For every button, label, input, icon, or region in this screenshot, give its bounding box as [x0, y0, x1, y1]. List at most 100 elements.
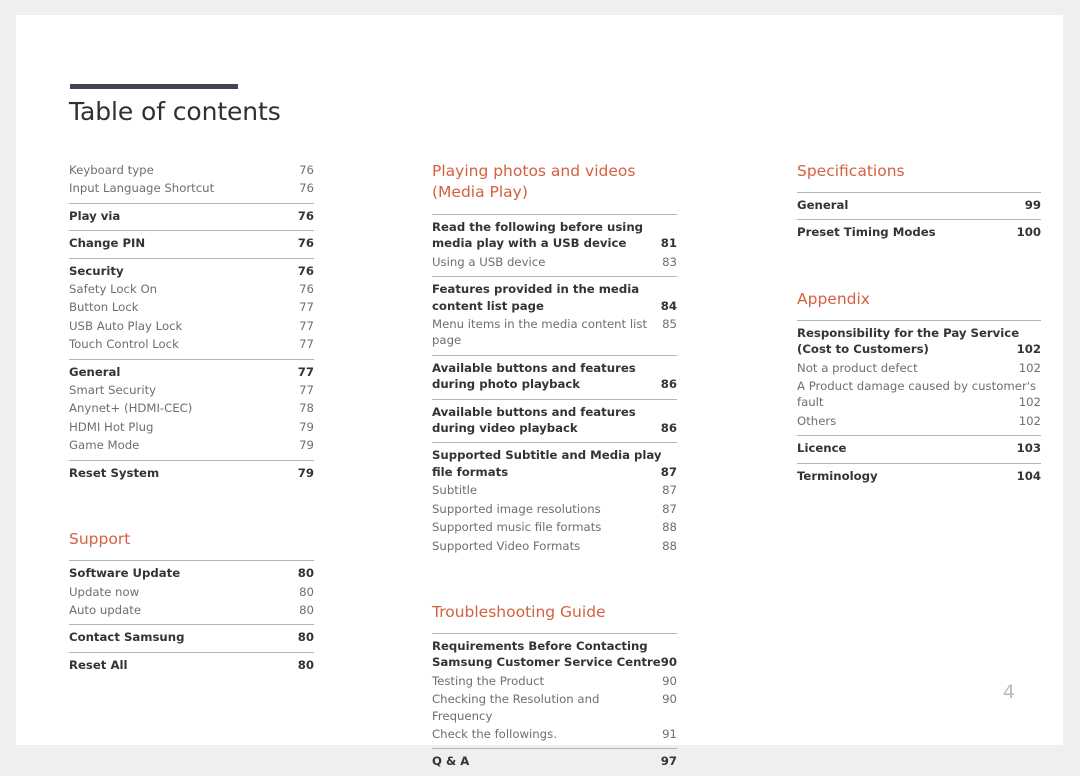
toc-entry[interactable]: Supported image resolutions 87: [432, 500, 677, 518]
toc-group: Available buttons and features during vi…: [432, 398, 677, 443]
toc-entry-label: Requirements Before Contacting Samsung C…: [432, 638, 661, 670]
toc-group: General 77 Smart Security 77 Anynet+ (HDMI-C…: [69, 358, 314, 460]
toc-group: Terminology 104: [797, 462, 1041, 490]
toc-entry-page-number: 86: [660, 421, 677, 436]
toc-group: Requirements Before Contacting Samsung C…: [432, 632, 677, 748]
toc-column-2: Playing photos and videos (Media Play) Re…: [432, 161, 677, 776]
toc-entry[interactable]: Others 102: [797, 412, 1041, 430]
toc-entry[interactable]: Checking the Resolution and Frequency 90: [432, 690, 677, 725]
toc-entry[interactable]: Change PIN 76: [69, 234, 314, 252]
toc-entry-page-number: 76: [299, 282, 314, 297]
toc-entry[interactable]: Available buttons and features during ph…: [432, 359, 677, 394]
toc-entry-label: Reset All: [69, 657, 128, 672]
toc-entry[interactable]: Q & A 97: [432, 752, 677, 770]
toc-entry-page-number: 102: [1018, 395, 1041, 410]
toc-entry[interactable]: Reset System 79: [69, 464, 314, 482]
toc-entry[interactable]: Available buttons and features during vi…: [432, 403, 677, 438]
toc-entry[interactable]: Reset All 80: [69, 656, 314, 674]
toc-group: Security 76 Safety Lock On 76 Button Lock 77 U…: [69, 257, 314, 359]
toc-entry[interactable]: Preset Timing Modes 100: [797, 223, 1041, 241]
toc-entry-label: Reset System: [69, 465, 160, 480]
toc-entry-page-number: 85: [662, 317, 677, 332]
toc-group: Reset All 80: [69, 651, 314, 679]
toc-entry[interactable]: Read the following before using media pl…: [432, 218, 677, 253]
toc-entry-label: Q & A: [432, 754, 470, 769]
toc-entry-label: Button Lock: [69, 300, 139, 315]
toc-entry-label: Supported music file formats: [432, 520, 602, 535]
toc-entry[interactable]: Menu items in the media content list pag…: [432, 315, 677, 350]
toc-group: Q & A 97: [432, 748, 677, 775]
toc-entry[interactable]: Licence 103: [797, 439, 1041, 457]
toc-entry-label: Features provided in the media content l…: [432, 282, 640, 313]
toc-entry[interactable]: Anynet+ (HDMI-CEC) 78: [69, 399, 314, 417]
toc-entry[interactable]: Supported Subtitle and Media play file f…: [432, 446, 677, 481]
toc-entry-page-number: 103: [1016, 441, 1041, 456]
toc-column-1: Keyboard type 76 Input Language Shortcut 76…: [69, 161, 314, 679]
toc-entry[interactable]: Input Language Shortcut 76: [69, 179, 314, 197]
toc-entry-page-number: 76: [297, 208, 314, 223]
toc-entry-label: Subtitle: [432, 483, 478, 498]
toc-entry[interactable]: Game Mode 79: [69, 436, 314, 454]
toc-entry-label: Licence: [797, 441, 847, 456]
toc-entry-label: Others: [797, 413, 837, 428]
section-heading: Appendix: [797, 289, 870, 308]
toc-entry[interactable]: Play via 76: [69, 207, 314, 225]
toc-entry[interactable]: Security 76: [69, 262, 314, 280]
toc-entry[interactable]: Responsibility for the Pay Service (Cost…: [797, 324, 1041, 359]
page-number: 4: [1002, 681, 1015, 703]
toc-entry[interactable]: Features provided in the media content l…: [432, 280, 677, 315]
toc-group: Supported Subtitle and Media play file f…: [432, 442, 677, 559]
toc-entry[interactable]: Smart Security 77: [69, 381, 314, 399]
toc-entry[interactable]: General 77: [69, 363, 314, 381]
section-heading: Specifications: [797, 162, 905, 180]
toc-entry-label: Testing the Product: [432, 673, 545, 688]
toc-entry-page-number: 90: [662, 673, 677, 688]
toc-entry-page-number: 102: [1018, 413, 1041, 428]
toc-entry[interactable]: Using a USB device 83: [432, 253, 677, 271]
toc-entry-page-number: 77: [299, 318, 314, 333]
toc-entry-page-number: 90: [660, 655, 677, 670]
toc-entry[interactable]: Auto update 80: [69, 601, 314, 619]
page-title: Table of contents: [69, 97, 281, 126]
toc-entry-page-number: 88: [662, 538, 677, 553]
toc-entry[interactable]: General 99: [797, 196, 1041, 214]
toc-entry[interactable]: Check the followings. 91: [432, 725, 677, 743]
toc-entry[interactable]: Touch Control Lock 77: [69, 335, 314, 353]
toc-entry-page-number: 77: [297, 364, 314, 379]
toc-entry[interactable]: Terminology 104: [797, 467, 1041, 485]
toc-entry[interactable]: Safety Lock On 76: [69, 280, 314, 298]
toc-entry[interactable]: Not a product defect 102: [797, 359, 1041, 377]
toc-entry-page-number: 88: [662, 520, 677, 535]
toc-entry-page-number: 87: [662, 483, 677, 498]
toc-entry-page-number: 86: [660, 377, 677, 392]
toc-entry[interactable]: USB Auto Play Lock 77: [69, 317, 314, 335]
section-heading: Support: [69, 530, 131, 549]
toc-entry[interactable]: Subtitle 87: [432, 481, 677, 499]
toc-entry[interactable]: Supported Video Formats 88: [432, 537, 677, 555]
toc-entry-page-number: 80: [299, 584, 314, 599]
toc-entry-label: Supported image resolutions: [432, 501, 601, 516]
toc-entry[interactable]: HDMI Hot Plug 79: [69, 418, 314, 436]
toc-entry-label: USB Auto Play Lock: [69, 318, 183, 333]
toc-entry[interactable]: A Product damage caused by customer's fa…: [797, 377, 1041, 412]
toc-entry-label: Smart Security: [69, 383, 157, 398]
toc-entry[interactable]: Contact Samsung 80: [69, 628, 314, 646]
toc-entry-page-number: 99: [1024, 198, 1041, 212]
toc-group: Change PIN 76: [69, 230, 314, 257]
toc-entry-page-number: 79: [297, 465, 314, 480]
toc-entry-page-number: 76: [297, 263, 314, 278]
toc-entry-label: General: [797, 198, 849, 212]
toc-entry-page-number: 80: [297, 630, 314, 645]
toc-entry[interactable]: Supported music file formats 88: [432, 518, 677, 536]
toc-entry-label: Software Update: [69, 566, 181, 581]
toc-entry[interactable]: Button Lock 77: [69, 298, 314, 316]
toc-entry[interactable]: Update now 80: [69, 583, 314, 601]
toc-entry[interactable]: Requirements Before Contacting Samsung C…: [432, 637, 677, 672]
toc-group: Play via 76: [69, 202, 314, 230]
toc-entry-page-number: 84: [660, 298, 677, 313]
toc-entry-label: Change PIN: [69, 236, 146, 251]
toc-entry[interactable]: Testing the Product 90: [432, 672, 677, 690]
toc-entry[interactable]: Software Update 80: [69, 564, 314, 582]
toc-entry[interactable]: Keyboard type 76: [69, 161, 314, 179]
